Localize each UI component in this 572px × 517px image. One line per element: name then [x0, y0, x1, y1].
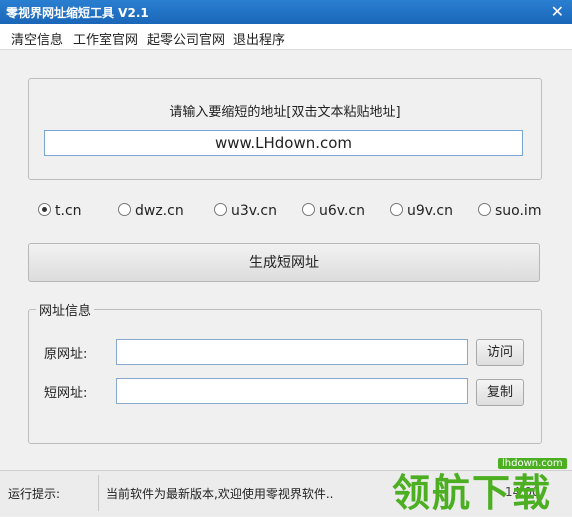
original-url-label: 原网址: — [44, 347, 88, 362]
radio-dwzcn[interactable]: dwz.cn — [118, 203, 184, 219]
menu-item-company-site[interactable]: 起零公司官网 — [147, 29, 225, 48]
status-message: 当前软件为最新版本,欢迎使用零视界软件.. — [106, 487, 334, 501]
radio-u6vcn[interactable]: u6v.cn — [302, 203, 365, 219]
radio-icon — [478, 203, 491, 216]
short-url-field[interactable] — [116, 378, 468, 404]
url-info-legend: 网址信息 — [36, 300, 95, 319]
menu-item-exit[interactable]: 退出程序 — [233, 29, 285, 48]
copy-button[interactable]: 复制 — [476, 379, 524, 406]
status-label: 运行提示: — [8, 487, 61, 501]
menu-item-studio-site[interactable]: 工作室官网 — [73, 29, 138, 48]
menu-bar: 清空信息 工作室官网 起零公司官网 退出程序 — [0, 24, 572, 50]
radio-icon — [390, 203, 403, 216]
watermark-site: lhdown.com — [498, 458, 567, 469]
window-title: 零视界网址缩短工具 V2.1 — [6, 6, 149, 20]
url-info-group — [28, 309, 542, 444]
radio-icon — [118, 203, 131, 216]
radio-u9vcn[interactable]: u9v.cn — [390, 203, 453, 219]
close-icon[interactable]: ✕ — [551, 2, 564, 21]
original-url-field[interactable] — [116, 339, 468, 365]
short-url-label: 短网址: — [44, 386, 88, 401]
radio-icon — [214, 203, 227, 216]
visit-button[interactable]: 访问 — [476, 339, 524, 366]
input-panel — [28, 78, 542, 180]
radio-selected-icon — [38, 203, 51, 216]
radio-u3vcn[interactable]: u3v.cn — [214, 203, 277, 219]
url-input[interactable]: www.LHdown.com — [44, 130, 523, 156]
radio-suoim[interactable]: suo.im — [478, 203, 541, 219]
status-divider — [98, 475, 99, 511]
generate-short-url-button[interactable]: 生成短网址 — [28, 243, 540, 282]
watermark-text: 领航下载 — [392, 471, 553, 515]
menu-item-clear[interactable]: 清空信息 — [11, 29, 63, 48]
radio-icon — [302, 203, 315, 216]
watermark-logo: 领航下载 lhdown.com — [388, 452, 572, 515]
title-bar: 零视界网址缩短工具 V2.1 ✕ — [0, 0, 572, 24]
input-prompt: 请输入要缩短的地址[双击文本粘贴地址] — [169, 105, 401, 120]
radio-tcn[interactable]: t.cn — [38, 203, 82, 219]
